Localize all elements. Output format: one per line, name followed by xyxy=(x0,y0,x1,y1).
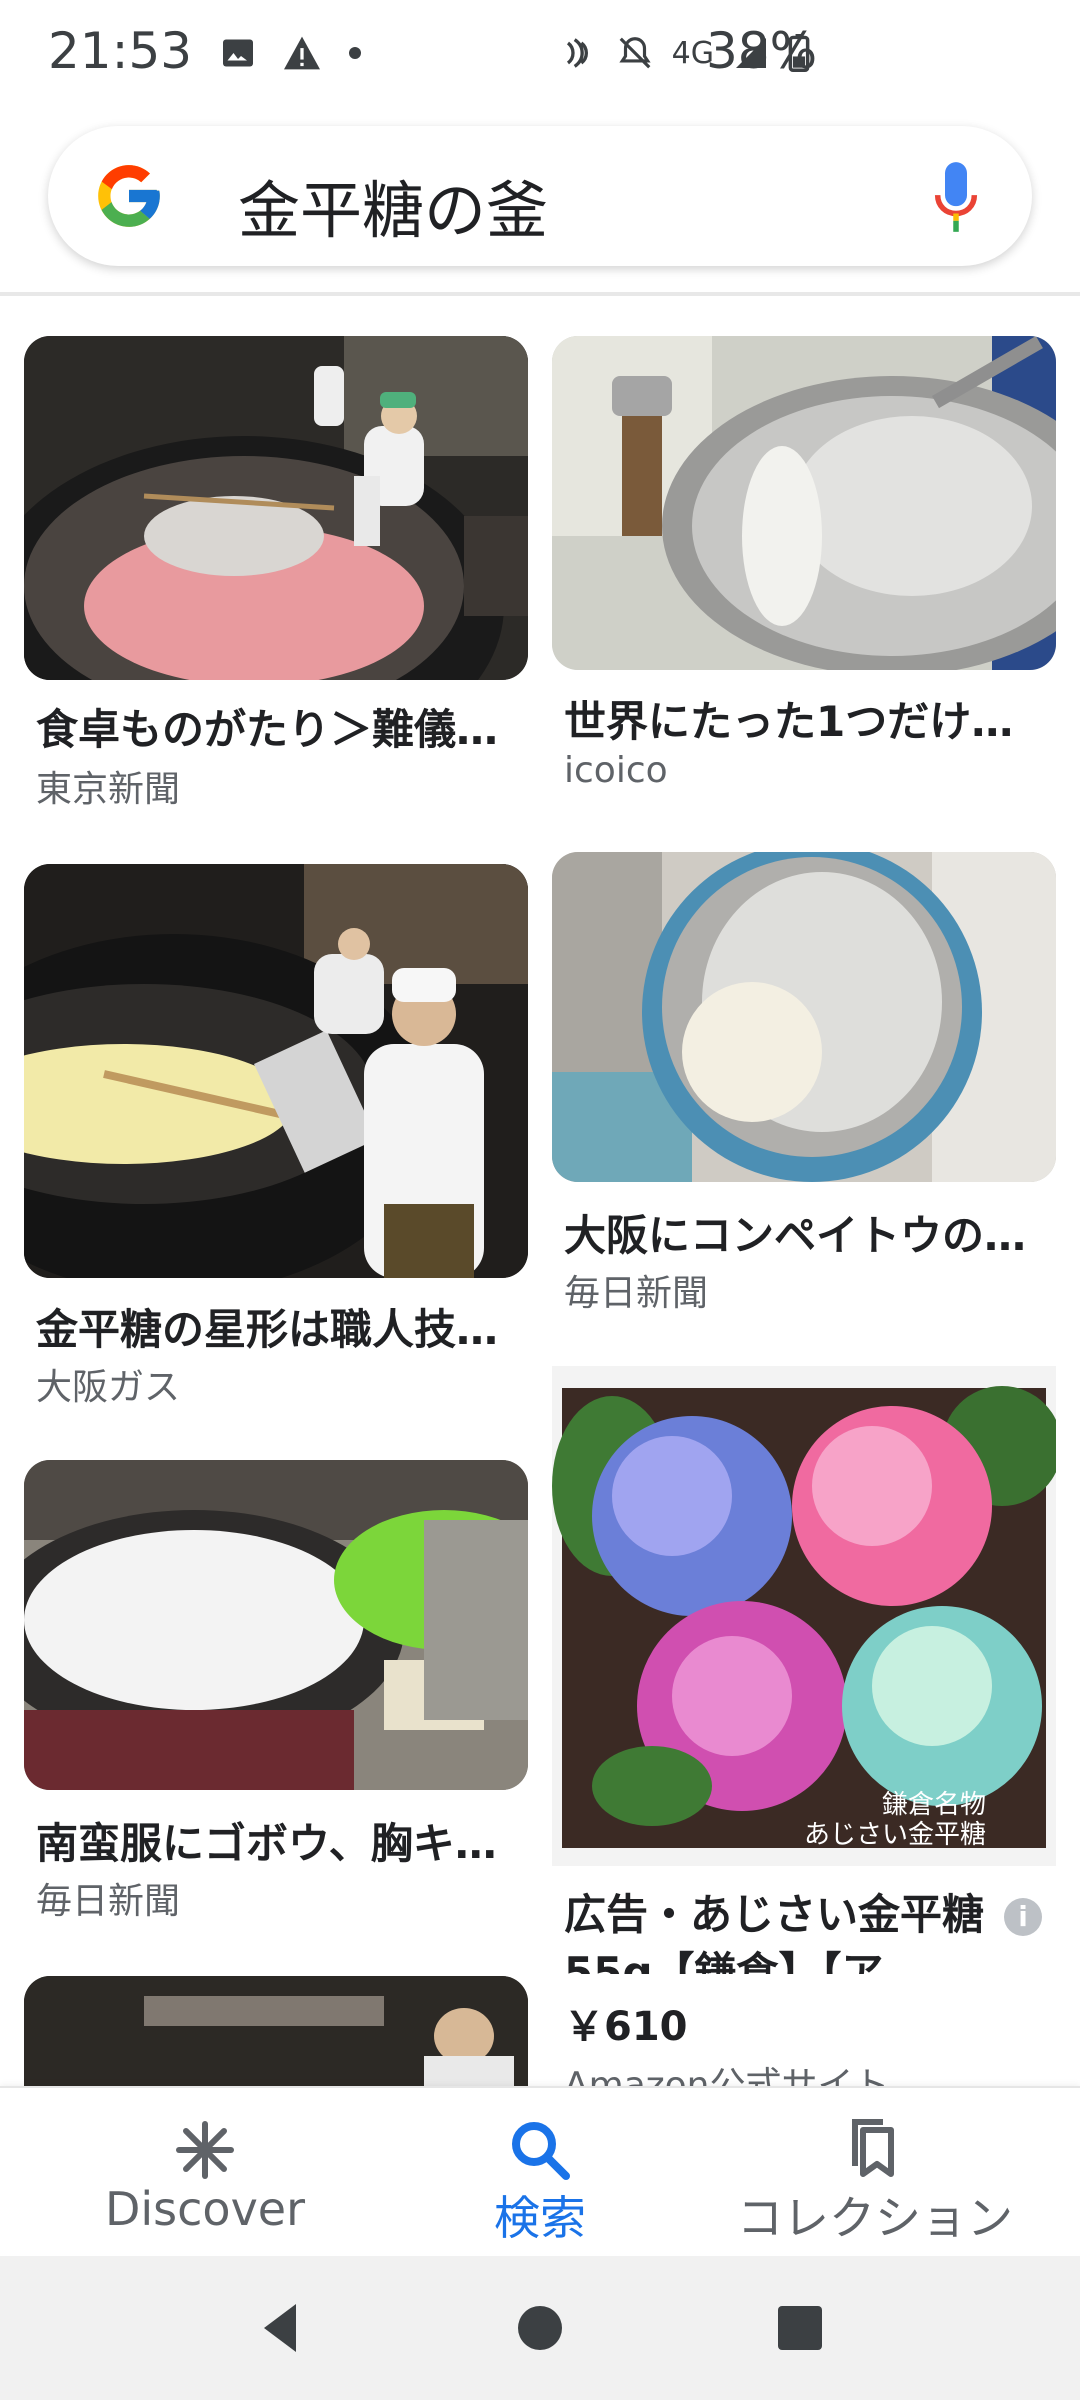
ad-price: ￥610 xyxy=(564,1994,688,2052)
result-source: 毎日新聞 xyxy=(36,1881,181,1922)
ad-source: Amazon公式サイト xyxy=(564,2065,890,2086)
result-title[interactable]: 南蛮服にゴボウ、胸キ… xyxy=(36,1810,497,1871)
ad-title[interactable]: 広告・あじさい金平糖 55g【鎌倉】【ア xyxy=(564,1886,1004,1974)
result-source: 東京新聞 xyxy=(36,769,181,810)
microphone-icon[interactable] xyxy=(934,162,978,232)
result-card[interactable]: 金平糖の星形は職人技… 大阪ガス xyxy=(24,864,528,1408)
bookmarks-icon xyxy=(852,2119,894,2177)
home-icon[interactable] xyxy=(512,2300,568,2356)
bell-off-icon xyxy=(619,37,651,69)
result-thumbnail[interactable] xyxy=(552,336,1056,670)
nav-label-collections: コレクション xyxy=(737,2191,1013,2245)
ad-image-caption: 鎌倉名物 あじさい金平糖 xyxy=(803,1790,986,1850)
ad-thumbnail[interactable]: 鎌倉名物 あじさい金平糖 xyxy=(552,1366,1056,1866)
nav-collections[interactable]: コレクション xyxy=(720,2088,1030,2258)
search-query[interactable]: 金平糖の釜 xyxy=(238,160,548,250)
result-title[interactable]: 食卓ものがたり＞難儀… xyxy=(36,696,498,757)
dot-icon xyxy=(349,47,361,59)
bottom-navigation: Discover 検索 コレクション xyxy=(0,2086,1080,2258)
result-card[interactable]: 世界にたった1つだけ… icoico xyxy=(552,336,1056,796)
header-divider xyxy=(0,292,1080,296)
status-bar: 21:53 4G 38% xyxy=(0,0,1080,110)
nfc-icon xyxy=(566,38,588,68)
result-thumbnail[interactable] xyxy=(24,1460,528,1790)
nav-discover[interactable]: Discover xyxy=(80,2088,330,2258)
system-navigation-bar xyxy=(0,2256,1080,2400)
result-title[interactable]: 大阪にコンペイトウの… xyxy=(564,1202,1026,1263)
info-icon[interactable]: i xyxy=(1004,1898,1042,1936)
result-card[interactable]: 食卓ものがたり＞難儀… 東京新聞 xyxy=(24,336,528,816)
status-notification-icons xyxy=(220,28,362,78)
recents-icon[interactable] xyxy=(772,2300,828,2356)
asterisk-icon xyxy=(176,2121,234,2179)
search-bar[interactable]: 金平糖の釜 xyxy=(48,126,1032,266)
result-card[interactable]: 南蛮服にゴボウ、胸キ… 毎日新聞 xyxy=(24,1460,528,1922)
result-title[interactable]: 世界にたった1つだけ… xyxy=(564,688,1013,749)
image-notification-icon xyxy=(223,39,253,67)
result-card[interactable]: 大阪にコンペイトウの… 毎日新聞 xyxy=(552,852,1056,1314)
result-source: 大阪ガス xyxy=(36,1367,181,1408)
nav-search[interactable]: 検索 xyxy=(420,2088,660,2258)
result-thumbnail[interactable] xyxy=(24,864,528,1278)
back-icon[interactable] xyxy=(252,2300,308,2356)
google-logo-icon xyxy=(98,165,160,227)
nav-label-search: 検索 xyxy=(494,2191,586,2245)
result-source: 毎日新聞 xyxy=(564,1273,709,1314)
warning-icon xyxy=(284,36,320,70)
nav-label-discover: Discover xyxy=(104,2182,306,2236)
search-icon xyxy=(512,2122,570,2180)
result-thumbnail[interactable] xyxy=(24,1976,528,2086)
ad-card[interactable]: 鎌倉名物 あじさい金平糖 広告・あじさい金平糖 55g【鎌倉】【ア i ￥610… xyxy=(552,1366,1056,2086)
result-thumbnail[interactable] xyxy=(24,336,528,680)
result-card[interactable] xyxy=(24,1976,528,2086)
result-source: icoico xyxy=(564,750,668,791)
result-title[interactable]: 金平糖の星形は職人技… xyxy=(36,1296,498,1357)
battery-percent: 38% xyxy=(706,22,818,80)
status-time: 21:53 xyxy=(48,22,193,80)
result-thumbnail[interactable] xyxy=(552,852,1056,1182)
